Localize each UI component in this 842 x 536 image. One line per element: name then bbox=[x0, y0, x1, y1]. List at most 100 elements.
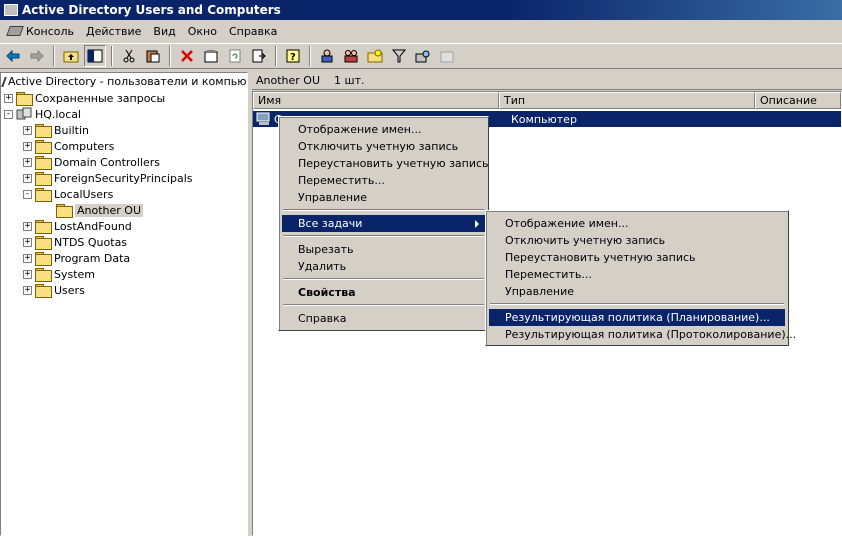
up-level-icon[interactable] bbox=[60, 45, 82, 67]
column-header-type[interactable]: Тип bbox=[499, 92, 755, 109]
expand-icon[interactable]: + bbox=[23, 125, 32, 135]
expand-icon[interactable]: + bbox=[23, 173, 32, 183]
menu-action[interactable]: Действие bbox=[80, 22, 147, 40]
new-user-icon[interactable] bbox=[316, 45, 338, 67]
menu-item-label: Переместить... bbox=[298, 174, 385, 187]
menu-item-manage[interactable]: Управление bbox=[282, 189, 367, 206]
paste-icon[interactable] bbox=[142, 45, 164, 67]
submenu-item-move[interactable]: Переместить... bbox=[489, 266, 592, 283]
context-menu: Отображение имен... Отключить учетную за… bbox=[278, 116, 489, 331]
menu-item-label: Все задачи bbox=[298, 217, 363, 230]
expand-icon[interactable]: + bbox=[23, 237, 32, 247]
filter-icon[interactable] bbox=[388, 45, 410, 67]
new-group-icon[interactable] bbox=[340, 45, 362, 67]
tree-item-label: ForeignSecurityPrincipals bbox=[54, 171, 193, 185]
new-ou-icon[interactable] bbox=[364, 45, 386, 67]
menu-help[interactable]: Справка bbox=[223, 22, 283, 40]
tree-item-label: Program Data bbox=[54, 251, 131, 265]
refresh-icon[interactable] bbox=[224, 45, 246, 67]
add-to-group-icon[interactable] bbox=[436, 45, 458, 67]
tree-item-system[interactable]: + System bbox=[23, 266, 95, 282]
menu-item-help[interactable]: Справка bbox=[282, 310, 346, 327]
menu-action-label: Действие bbox=[86, 24, 142, 38]
tree-root[interactable]: Active Directory - пользователи и компью… bbox=[1, 73, 247, 90]
submenu-item-disable-account[interactable]: Отключить учетную запись bbox=[489, 232, 665, 249]
tree-item-saved-queries[interactable]: + Сохраненные запросы bbox=[4, 90, 165, 106]
submenu-item-display-names[interactable]: Отображение имен... bbox=[489, 215, 628, 232]
menu-window-label: Окно bbox=[187, 24, 217, 38]
column-header-label: Тип bbox=[504, 94, 526, 107]
cut-icon[interactable] bbox=[118, 45, 140, 67]
tree-item-program-data[interactable]: + Program Data bbox=[23, 250, 130, 266]
expand-icon[interactable]: + bbox=[23, 157, 32, 167]
menu-item-display-names[interactable]: Отображение имен... bbox=[282, 121, 421, 138]
app-icon bbox=[4, 4, 18, 16]
menu-item-cut[interactable]: Вырезать bbox=[282, 241, 353, 258]
menu-console[interactable]: Консоль bbox=[2, 22, 80, 40]
menu-item-delete[interactable]: Удалить bbox=[282, 258, 346, 275]
show-tree-icon[interactable] bbox=[84, 45, 106, 67]
menu-item-label: Переместить... bbox=[505, 268, 592, 281]
collapse-icon[interactable]: - bbox=[23, 189, 32, 199]
find-icon[interactable] bbox=[412, 45, 434, 67]
expand-icon[interactable]: + bbox=[4, 93, 13, 103]
folder-icon bbox=[35, 236, 52, 250]
toolbar-separator bbox=[169, 46, 171, 66]
menu-item-label: Управление bbox=[505, 285, 575, 298]
domain-icon bbox=[16, 107, 32, 120]
toolbar-separator bbox=[275, 46, 277, 66]
submenu-item-rsop-logging[interactable]: Результирующая политика (Протоколировани… bbox=[489, 326, 796, 343]
expand-icon[interactable]: + bbox=[23, 221, 32, 231]
expand-icon[interactable]: + bbox=[23, 253, 32, 263]
menu-view-label: Вид bbox=[153, 24, 176, 38]
menu-separator bbox=[283, 235, 484, 237]
expand-icon[interactable]: + bbox=[23, 141, 32, 151]
tree-item-domain[interactable]: - HQ.local bbox=[4, 106, 81, 122]
submenu-item-rsop-planning[interactable]: Результирующая политика (Планирование)..… bbox=[489, 309, 785, 326]
expand-icon[interactable]: + bbox=[23, 285, 32, 295]
computer-icon bbox=[256, 112, 270, 125]
delete-icon[interactable] bbox=[176, 45, 198, 67]
menu-item-move[interactable]: Переместить... bbox=[282, 172, 385, 189]
tree-item-label: Сохраненные запросы bbox=[35, 91, 166, 105]
column-header-name[interactable]: Имя bbox=[253, 92, 499, 109]
tree-root-label: Active Directory - пользователи и компью… bbox=[8, 75, 248, 88]
ou-icon bbox=[35, 188, 52, 202]
submenu-item-reset-account[interactable]: Переустановить учетную запись bbox=[489, 249, 696, 266]
menu-view[interactable]: Вид bbox=[147, 22, 181, 40]
menu-item-reset-account[interactable]: Переустановить учетную запись bbox=[282, 155, 489, 172]
tree-item-label: LostAndFound bbox=[54, 219, 132, 233]
menu-window[interactable]: Окно bbox=[182, 22, 223, 40]
expand-icon[interactable]: + bbox=[23, 269, 32, 279]
submenu-item-manage[interactable]: Управление bbox=[489, 283, 574, 300]
tree-item-domain-controllers[interactable]: + Domain Controllers bbox=[23, 154, 160, 170]
column-header-description[interactable]: Описание bbox=[755, 92, 841, 109]
menu-item-label: Переустановить учетную запись bbox=[505, 251, 696, 264]
tree-item-lostandfound[interactable]: + LostAndFound bbox=[23, 218, 132, 234]
folder-icon bbox=[35, 172, 52, 186]
tree-item-users[interactable]: + Users bbox=[23, 282, 85, 298]
collapse-icon[interactable]: - bbox=[4, 109, 13, 119]
tree-item-computers[interactable]: + Computers bbox=[23, 138, 114, 154]
help-icon[interactable]: ? bbox=[282, 45, 304, 67]
tree-item-another-ou[interactable]: Another OU bbox=[56, 202, 144, 218]
tree-item-foreign-security-principals[interactable]: + ForeignSecurityPrincipals bbox=[23, 170, 193, 186]
menu-separator bbox=[490, 303, 784, 305]
tree-item-builtin[interactable]: + Builtin bbox=[23, 122, 89, 138]
forward-icon[interactable] bbox=[26, 45, 48, 67]
menu-item-disable-account[interactable]: Отключить учетную запись bbox=[282, 138, 458, 155]
column-header-label: Описание bbox=[760, 94, 817, 107]
properties-icon[interactable] bbox=[200, 45, 222, 67]
menu-item-all-tasks[interactable]: Все задачи bbox=[282, 215, 485, 232]
menu-item-label: Справка bbox=[298, 312, 347, 325]
menu-console-label: Консоль bbox=[26, 24, 75, 38]
ad-root-icon bbox=[1, 76, 7, 87]
back-icon[interactable] bbox=[2, 45, 24, 67]
tree-item-label: Domain Controllers bbox=[54, 155, 161, 169]
tree-item-localusers[interactable]: - LocalUsers bbox=[23, 186, 113, 202]
ou-icon bbox=[35, 156, 52, 170]
tree-item-ntds-quotas[interactable]: + NTDS Quotas bbox=[23, 234, 127, 250]
menu-item-label: Свойства bbox=[298, 286, 356, 299]
menu-item-properties[interactable]: Свойства bbox=[282, 284, 356, 301]
export-icon[interactable] bbox=[248, 45, 270, 67]
